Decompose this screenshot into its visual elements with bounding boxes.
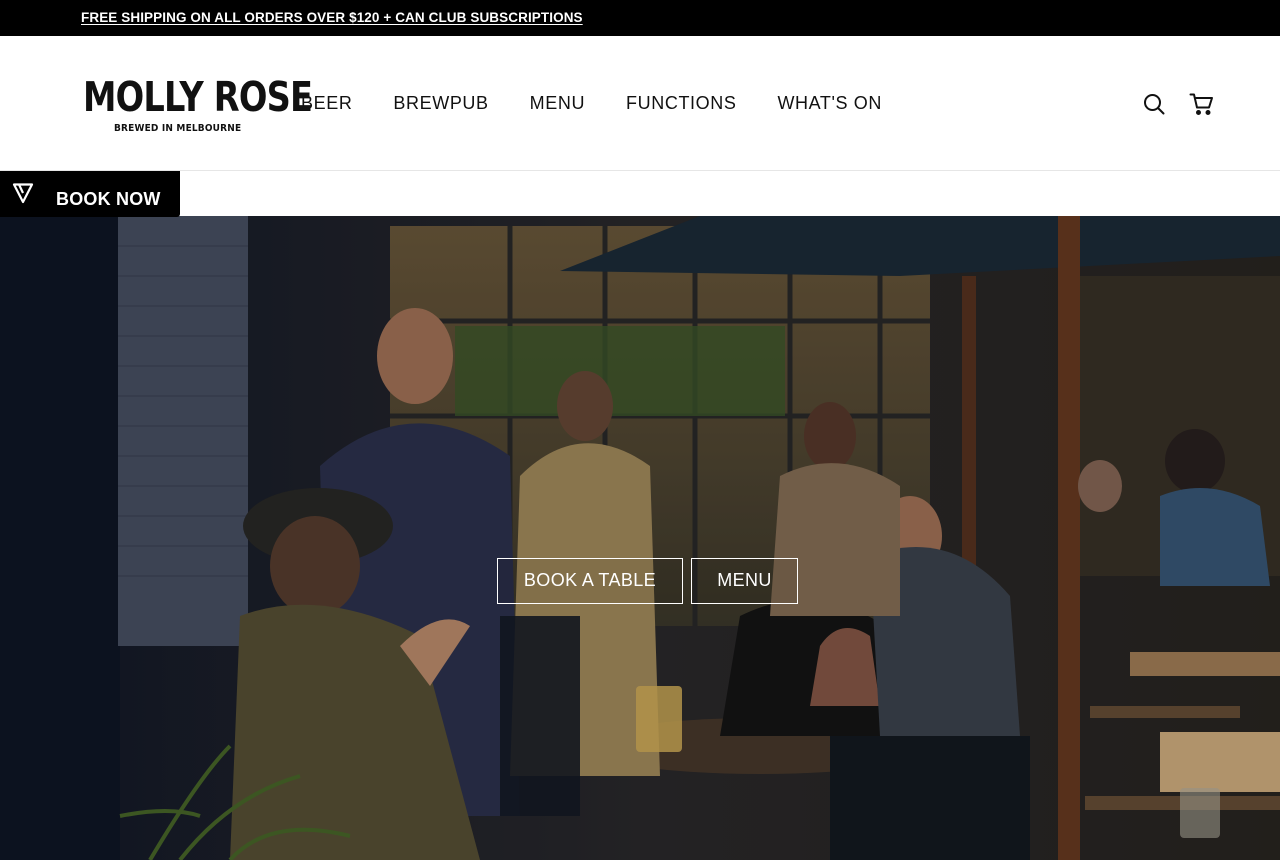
site-header: MOLLY ROSE BREWED IN MELBOURNE BEER BREW… xyxy=(0,36,1280,171)
nav-item-menu[interactable]: MENU xyxy=(530,93,585,114)
hero-menu-button[interactable]: MENU xyxy=(691,558,798,604)
search-icon[interactable] xyxy=(1140,90,1168,118)
main-nav: BEER BREWPUB MENU FUNCTIONS WHAT'S ON xyxy=(301,93,923,114)
hero-banner xyxy=(0,216,1280,860)
announcement-link[interactable]: FREE SHIPPING ON ALL ORDERS OVER $120 + … xyxy=(81,10,583,25)
brand-tagline: BREWED IN MELBOURNE xyxy=(114,123,242,134)
triangle-logo-icon xyxy=(12,183,34,204)
hero-photo xyxy=(0,216,1280,860)
book-now-button[interactable]: BOOK NOW xyxy=(0,171,180,217)
nav-item-whats-on[interactable]: WHAT'S ON xyxy=(777,93,882,114)
brand-logo[interactable]: MOLLY ROSE BREWED IN MELBOURNE xyxy=(83,73,313,138)
nav-item-brewpub[interactable]: BREWPUB xyxy=(393,93,488,114)
announcement-bar: FREE SHIPPING ON ALL ORDERS OVER $120 + … xyxy=(0,0,1280,36)
book-a-table-button[interactable]: BOOK A TABLE xyxy=(497,558,683,604)
nav-item-beer[interactable]: BEER xyxy=(301,93,352,114)
brand-name: MOLLY ROSE xyxy=(83,73,313,121)
book-now-label: BOOK NOW xyxy=(56,189,161,209)
cart-icon[interactable] xyxy=(1188,90,1216,118)
nav-item-functions[interactable]: FUNCTIONS xyxy=(626,93,736,114)
